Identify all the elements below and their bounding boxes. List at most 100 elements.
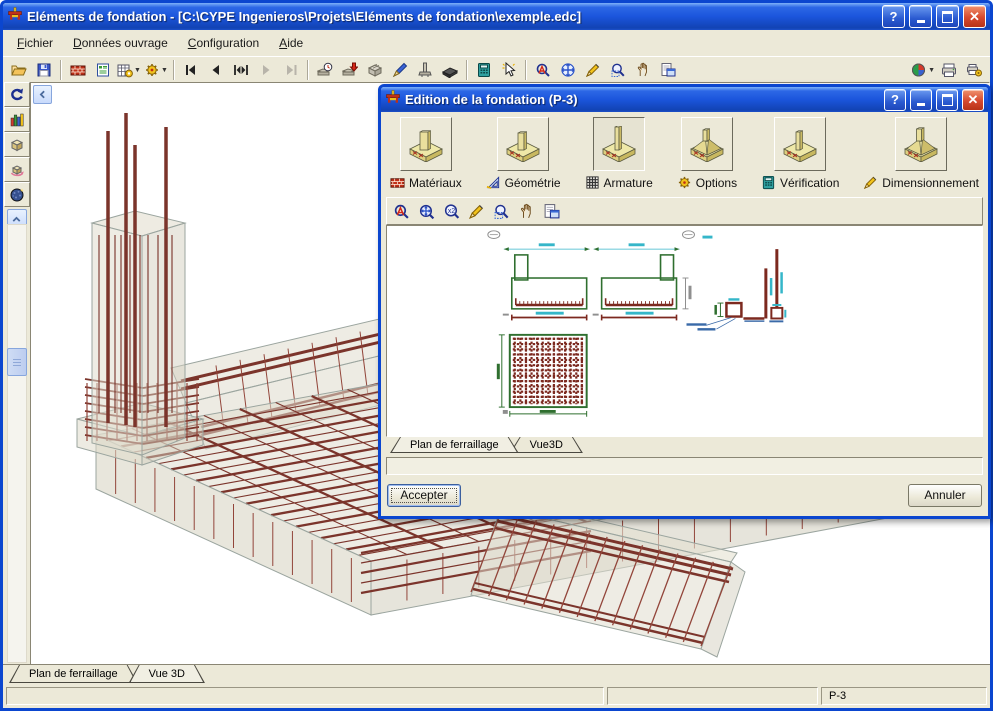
dialog-message-bar [386,457,983,475]
dropdown-arrow-icon: ▼ [134,66,141,74]
calculator-icon [762,175,775,190]
dialog-toolbar-zoom-x2-button[interactable]: x2 [441,201,462,221]
toolbar-nav-next-button[interactable] [254,58,278,82]
maximize-icon [942,10,953,23]
toolbar-open-folder-button[interactable] [7,58,31,82]
left-toolbar-statistics-button[interactable] [3,107,30,132]
bricks-icon [390,178,405,188]
toolbar-nav-range-button[interactable] [229,58,253,82]
toolbar-sphere-rotate-button[interactable] [556,58,580,82]
toolbar-project-data-button[interactable] [66,58,90,82]
dialog-toolbar-zoom-extents-button[interactable] [416,201,437,221]
toolbar-printer-button[interactable] [937,58,961,82]
foundation-3d-icon [904,127,939,162]
minimize-button[interactable] [909,5,932,28]
maximize-button[interactable] [936,5,959,28]
open-folder-icon [11,65,27,76]
toolbar-surface-button[interactable] [363,58,387,82]
dialog-tab-vue3d[interactable]: Vue3D [510,437,583,453]
close-button[interactable]: ✕ [963,5,986,28]
foundation-3d-icon [601,126,636,162]
dialog-maximize-button[interactable] [936,88,958,111]
dialog-help-button[interactable]: ? [884,88,906,111]
toolbar-pan-button[interactable] [631,58,655,82]
dialog-minimize-button[interactable] [910,88,932,111]
toolbar-foundation-button[interactable] [438,58,462,82]
section-button-materiaux[interactable] [399,117,452,171]
toolbar-select-button[interactable] [497,58,521,82]
main-tab-vue-3d[interactable]: Vue 3D [129,665,205,683]
toolbar-import-button[interactable] [338,58,362,82]
cancel-button[interactable]: Annuler [908,483,982,507]
section-button-geometrie[interactable] [497,117,550,171]
print-preview-icon [544,203,560,218]
dialog-toolbar-zoom-window-button[interactable] [491,201,512,221]
time-stamp-icon [316,62,333,76]
minimize-icon [917,103,925,106]
toolbar-time-stamp-button[interactable] [313,58,337,82]
menu-aide[interactable]: Aide [269,33,313,53]
toolbar-redraw-button[interactable] [581,58,605,82]
toolbar-settings-gear-button[interactable]: ▼ [143,58,169,82]
accept-label: Accepter [400,488,448,502]
section-button-verification[interactable] [774,117,827,171]
left-toolbar-undo-button[interactable] [3,82,30,107]
toolbar-nav-first-button[interactable] [179,58,203,82]
toolbar-report-button[interactable] [91,58,115,82]
dialog-toolbar-print-preview-button[interactable] [541,201,562,221]
print-preview-icon [661,63,676,77]
dropdown-arrow-icon: ▼ [160,66,168,74]
tables-icon [117,64,133,78]
toolbar-column-button[interactable] [413,58,437,82]
toolbar-nav-prev-button[interactable] [204,58,228,82]
toolbar-printer-config-button[interactable] [962,58,986,82]
left-scrollbar-thumb[interactable] [7,348,27,376]
toolbar-nav-last-button[interactable] [279,58,303,82]
section-button-options[interactable] [680,117,733,171]
zoom-window-icon [494,204,509,219]
solid-view-icon [10,138,23,151]
toolbar-world-button[interactable]: ▼ [910,58,936,82]
dialog-title: Edition de la fondation (P-3) [405,92,578,107]
dialog-toolbar-pan-button[interactable] [516,201,537,221]
main-tab-plan-de-ferraillage[interactable]: Plan de ferraillage [9,665,138,683]
left-toolbar-solid-view-button[interactable] [3,132,30,157]
menu-fichier[interactable]: Fichier [7,33,63,53]
section-dimensionnement: Dimensionnement [863,117,979,190]
import-icon [341,62,358,76]
dialog-titlebar: Edition de la fondation (P-3) ? ✕ [381,87,988,112]
toolbar-edit-pencil-button[interactable] [388,58,412,82]
accept-button[interactable]: Accepter [387,483,461,507]
help-button[interactable]: ? [882,5,905,28]
dialog-toolbar-redraw-button[interactable] [466,201,487,221]
menu-donnees-ouvrage[interactable]: Données ouvrage [63,33,178,53]
status-bar: P-3 [3,684,990,708]
printer-icon [942,63,956,77]
toolbar-print-preview-button[interactable] [656,58,680,82]
toolbar-tables-button[interactable]: ▼ [116,58,142,82]
rebar-plan-view[interactable] [386,225,983,437]
left-scrollbar-track[interactable] [7,224,27,663]
left-toolbar-rotate-view-button[interactable] [3,157,30,182]
dialog-toolbar-zoom-dynamic-button[interactable] [391,201,412,221]
toolbar-save-button[interactable] [32,58,56,82]
toolbar-zoom-dynamic-button[interactable] [531,58,555,82]
select-icon [502,62,516,77]
dialog-tab-plan-de-ferraillage[interactable]: Plan de ferraillage [390,437,519,453]
svg-text:x2: x2 [448,207,455,214]
section-button-armature[interactable] [592,117,645,171]
left-toolbar-render-view-button[interactable] [3,182,30,207]
tab-label: Vue 3D [148,668,185,680]
scroll-left-button[interactable] [33,85,52,104]
toolbar-zoom-window-button[interactable] [606,58,630,82]
section-button-dimensionnement[interactable] [895,117,948,171]
dialog-close-button[interactable]: ✕ [962,88,984,111]
toolbar-calculate-button[interactable] [472,58,496,82]
section-label-dimensionnement: Dimensionnement [863,175,979,190]
section-geometrie: Géométrie [486,117,561,190]
world-icon [912,63,926,77]
dialog-zoom-toolbar: x2 [386,197,983,225]
menu-configuration[interactable]: Configuration [178,33,269,53]
redraw-icon [469,204,484,219]
zoom-extents-icon [419,204,435,219]
